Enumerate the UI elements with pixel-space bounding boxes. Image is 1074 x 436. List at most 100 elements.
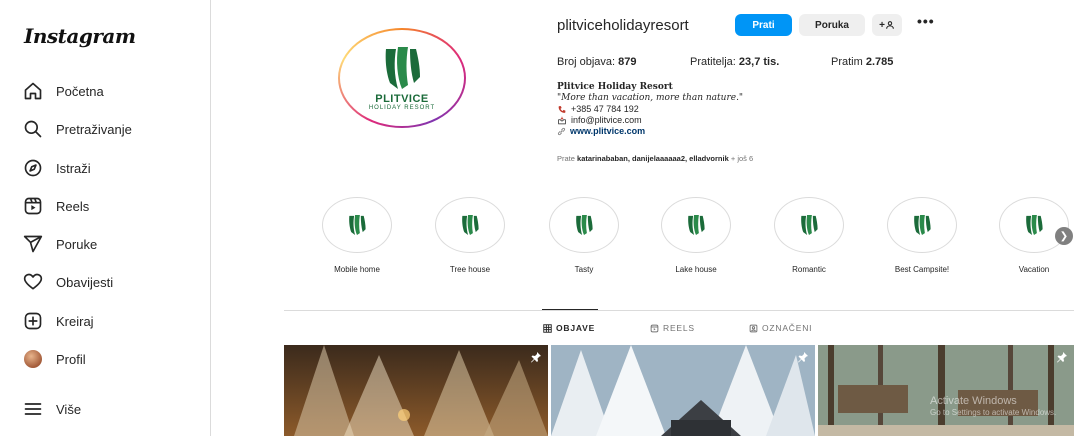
chevron-right-icon: ❯	[1059, 230, 1069, 242]
post-image	[818, 345, 1074, 436]
sidebar-item-profile[interactable]: Profil	[20, 344, 86, 374]
bio-quote: "More than vacation, more than nature."	[557, 93, 744, 103]
sidebar-item-label: Više	[56, 401, 82, 417]
sidebar-item-messages[interactable]: Poruke	[20, 229, 97, 259]
highlight-label: Romantic	[792, 265, 826, 274]
add-user-icon	[886, 21, 894, 29]
avatar-icon	[20, 348, 46, 370]
more-options-button[interactable]: •••	[917, 13, 935, 29]
tabs-divider	[284, 310, 1074, 311]
sidebar-item-explore[interactable]: Istraži	[20, 153, 91, 183]
brand-subtitle: HOLIDAY RESORT	[368, 105, 436, 111]
send-icon	[20, 233, 46, 255]
bio-email-row: info@plitvice.com	[557, 115, 743, 126]
posts-label: Broj objava:	[557, 56, 616, 68]
leaf-logo-icon	[914, 214, 931, 236]
highlights-next-button[interactable]: ❯	[1055, 227, 1073, 245]
sidebar-item-more[interactable]: Više	[20, 394, 81, 424]
brand-name: PLITVICE	[375, 93, 429, 105]
followed-by-names: katarinababan, danijelaaaaaa2, elladvorn…	[577, 154, 729, 163]
compass-icon	[20, 157, 46, 179]
bio-website-row[interactable]: www.plitvice.com	[557, 126, 743, 137]
sidebar-item-label: Istraži	[56, 160, 91, 176]
post-image	[284, 345, 548, 436]
followers-label: Pratitelja:	[690, 56, 736, 68]
tag-user-icon	[749, 324, 758, 332]
active-tab-indicator	[542, 309, 598, 310]
highlight-label: Lake house	[675, 265, 717, 274]
sidebar-item-search[interactable]: Pretraživanje	[20, 114, 132, 144]
followed-by[interactable]: Prate katarinababan, danijelaaaaaa2, ell…	[557, 154, 753, 163]
leaf-logo-icon	[349, 214, 366, 236]
followed-by-prefix: Prate	[557, 154, 575, 163]
highlight-item[interactable]: Lake house	[658, 197, 734, 274]
sidebar: Instagram Početna Pretraživanje Istraži …	[0, 0, 211, 436]
highlight-item[interactable]: Romantic	[771, 197, 847, 274]
highlight-item[interactable]: Best Campsite!	[884, 197, 960, 274]
bio-phone-row: +385 47 784 192	[557, 104, 743, 115]
leaf-logo-icon	[576, 214, 593, 236]
grid-icon	[543, 323, 552, 333]
post-image	[551, 345, 815, 436]
highlight-cover	[774, 197, 844, 253]
watermark-line-2: Go to Settings to activate Windows.	[930, 408, 1057, 417]
pin-icon	[1056, 350, 1068, 368]
highlight-cover	[661, 197, 731, 253]
tab-label: OZNAČENI	[762, 323, 813, 333]
sidebar-item-label: Pretraživanje	[56, 121, 132, 137]
sidebar-item-label: Profil	[56, 351, 86, 367]
sidebar-item-reels[interactable]: Reels	[20, 191, 89, 221]
following-count[interactable]: Pratim 2.785	[831, 56, 893, 68]
followers-value: 23,7 tis.	[738, 56, 780, 68]
following-value: 2.785	[865, 56, 894, 68]
sidebar-item-home[interactable]: Početna	[20, 76, 104, 106]
reels-icon	[650, 324, 659, 332]
link-icon	[557, 127, 566, 136]
posts-value: 879	[618, 56, 637, 68]
tab-reels[interactable]: REELS	[650, 323, 695, 333]
highlight-cover	[549, 197, 619, 253]
reels-icon	[20, 195, 46, 217]
posts-count: Broj objava: 879	[557, 56, 637, 68]
watermark-line-1: Activate Windows	[930, 395, 1017, 407]
leaf-logo-icon	[462, 214, 479, 236]
highlight-label: Best Campsite!	[894, 265, 950, 274]
highlight-cover	[887, 197, 957, 253]
message-button[interactable]: Poruka	[799, 14, 865, 36]
leaf-logo-icon	[385, 47, 420, 89]
following-label: Pratim	[831, 56, 863, 68]
windows-activation-watermark: Activate Windows Go to Settings to activ…	[930, 395, 1056, 419]
tab-label: OBJAVE	[556, 323, 596, 333]
search-icon	[20, 118, 46, 140]
profile-picture[interactable]: PLITVICE HOLIDAY RESORT	[338, 28, 466, 128]
sidebar-item-label: Poruke	[56, 236, 98, 252]
profile-bio: Plitvice Holiday Resort "More than vacat…	[557, 82, 743, 137]
suggest-users-button[interactable]: +	[872, 14, 902, 36]
post-thumbnail[interactable]	[551, 345, 815, 436]
inbox-icon	[558, 116, 566, 125]
highlight-item[interactable]: Mobile home	[319, 197, 395, 274]
highlight-label: Vacation	[1018, 265, 1050, 274]
phone-icon	[558, 106, 566, 113]
tab-tagged[interactable]: OZNAČENI	[749, 323, 812, 333]
sidebar-item-label: Obavijesti	[56, 274, 114, 290]
sidebar-item-create[interactable]: Kreiraj	[20, 306, 94, 336]
sidebar-item-notifications[interactable]: Obavijesti	[20, 267, 113, 297]
bio-email: info@plitvice.com	[571, 115, 642, 125]
menu-icon	[20, 398, 46, 420]
highlight-item[interactable]: Tree house	[432, 197, 508, 274]
tab-posts[interactable]: OBJAVE	[543, 323, 595, 333]
highlight-label: Tasty	[574, 265, 594, 274]
home-icon	[20, 80, 46, 102]
instagram-logo[interactable]: Instagram	[24, 24, 136, 48]
tab-label: REELS	[663, 323, 695, 333]
bio-website-link[interactable]: www.plitvice.com	[570, 126, 645, 137]
post-thumbnail[interactable]	[284, 345, 548, 436]
pin-icon	[530, 350, 542, 368]
post-thumbnail[interactable]	[818, 345, 1074, 436]
sidebar-item-label: Kreiraj	[56, 313, 94, 329]
follow-button[interactable]: Prati	[735, 14, 792, 36]
highlight-item[interactable]: Tasty	[546, 197, 622, 274]
followers-count[interactable]: Pratitelja: 23,7 tis.	[690, 56, 779, 68]
followed-by-suffix: + još 6	[730, 154, 754, 163]
